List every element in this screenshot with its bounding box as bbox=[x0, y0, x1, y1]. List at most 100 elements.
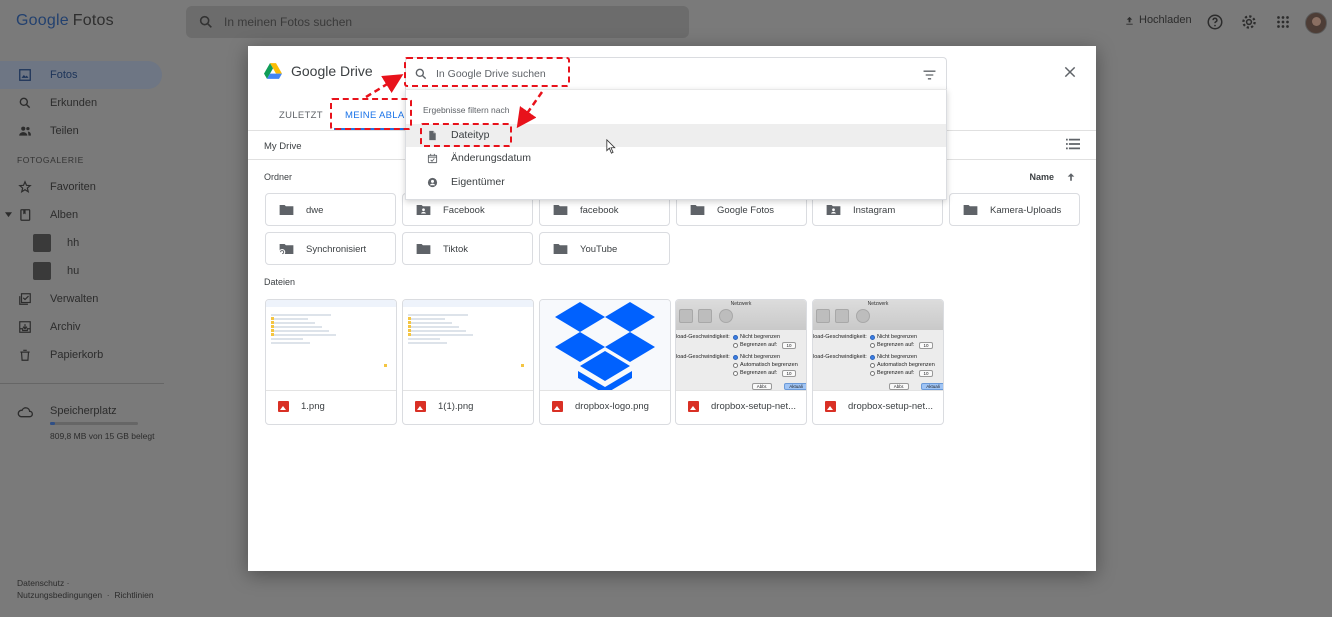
file-caption: dropbox-setup-net... bbox=[688, 401, 804, 412]
sidebar-album-hu[interactable]: hu bbox=[0, 257, 162, 285]
thumb-option: Automatisch begrenzen bbox=[877, 362, 935, 368]
people-icon bbox=[19, 126, 31, 136]
sidebar-album-hh[interactable]: hh bbox=[0, 229, 162, 257]
thumb-label: load-Geschwindigkeit: bbox=[676, 334, 730, 340]
photos-search-bar[interactable]: In meinen Fotos suchen bbox=[186, 6, 689, 38]
account-avatar[interactable] bbox=[1305, 12, 1327, 34]
settings-gear-icon[interactable] bbox=[1240, 13, 1258, 31]
folder-icon bbox=[553, 244, 568, 254]
folder-icon bbox=[963, 205, 978, 215]
sidebar-item-label: Teilen bbox=[50, 125, 79, 137]
folder-name: YouTube bbox=[580, 244, 618, 255]
folder-name: Synchronisiert bbox=[306, 244, 367, 255]
mouse-cursor-icon bbox=[606, 139, 616, 154]
sidebar-item-verwalten[interactable]: Verwalten bbox=[0, 285, 162, 313]
thumb-value: 10 bbox=[919, 370, 933, 377]
filter-option-aenderungsdatum[interactable]: Änderungsdatum bbox=[406, 147, 946, 170]
folder-name: Tiktok bbox=[443, 244, 468, 255]
file-name: dropbox-logo.png bbox=[575, 401, 649, 412]
file-item[interactable]: Netzwerk load-Geschwindigkeit: Nicht beg… bbox=[675, 299, 807, 425]
caret-down-icon[interactable] bbox=[5, 212, 12, 218]
dropbox-logo-thumbnail bbox=[540, 300, 670, 390]
close-icon[interactable] bbox=[1062, 64, 1078, 80]
file-item[interactable]: dropbox-logo.png bbox=[539, 299, 671, 425]
guidelines-link[interactable]: Richtlinien bbox=[114, 590, 153, 600]
tab-zuletzt[interactable]: ZULETZT bbox=[279, 110, 323, 121]
list-view-icon[interactable] bbox=[1066, 138, 1080, 150]
upload-button[interactable]: Hochladen bbox=[1124, 14, 1192, 26]
image-file-icon bbox=[278, 401, 289, 412]
file-item[interactable]: Netzwerk load-Geschwindigkeit: Nicht beg… bbox=[812, 299, 944, 425]
thumb-label: load-Geschwindigkeit: bbox=[676, 354, 730, 360]
sidebar-item-teilen[interactable]: Teilen bbox=[0, 117, 162, 145]
files-section-label: Dateien bbox=[264, 277, 296, 287]
thumb-value: 10 bbox=[782, 342, 796, 349]
thumb-button: Abbr. bbox=[889, 383, 909, 390]
sort-label: Name bbox=[1029, 172, 1054, 182]
folder-item[interactable]: Tiktok bbox=[402, 232, 533, 265]
sidebar-divider bbox=[0, 383, 164, 384]
sidebar-item-fotos[interactable]: Fotos bbox=[0, 61, 162, 89]
google-photos-logo[interactable]: Google Fotos bbox=[16, 12, 114, 30]
sidebar-item-label: hh bbox=[67, 237, 80, 249]
network-settings-thumbnail: Netzwerk load-Geschwindigkeit: Nicht beg… bbox=[676, 300, 806, 390]
account-icon bbox=[427, 177, 438, 188]
sidebar-item-label: Alben bbox=[50, 209, 79, 221]
thumb-option: Begrenzen auf: bbox=[877, 342, 915, 348]
file-item[interactable]: 1.png bbox=[265, 299, 397, 425]
thumb-option: Nicht begrenzen bbox=[740, 354, 781, 360]
thumb-option: Begrenzen auf: bbox=[877, 370, 915, 376]
trash-icon bbox=[20, 349, 30, 361]
thumb-option: Nicht begrenzen bbox=[877, 334, 918, 340]
file-item[interactable]: 1(1).png bbox=[402, 299, 534, 425]
folder-item[interactable]: Kamera-Uploads bbox=[949, 193, 1080, 226]
apps-grid-icon[interactable] bbox=[1274, 13, 1292, 31]
dialog-title: Google Drive bbox=[264, 63, 373, 79]
cloud-icon bbox=[17, 407, 33, 418]
terms-link[interactable]: Nutzungsbedingungen bbox=[17, 590, 102, 600]
file-thumbnail: Netzwerk load-Geschwindigkeit: Nicht beg… bbox=[813, 300, 943, 391]
storage-progress-bar bbox=[50, 422, 138, 425]
thumb-option: Nicht begrenzen bbox=[877, 354, 918, 360]
sidebar-item-label: hu bbox=[67, 265, 80, 277]
top-bar: Google Fotos In meinen Fotos suchen Hochl… bbox=[0, 0, 1332, 44]
thumb-value: 10 bbox=[919, 342, 933, 349]
star-icon bbox=[18, 180, 32, 194]
search-icon bbox=[199, 15, 212, 28]
file-caption: 1.png bbox=[278, 401, 394, 412]
folder-item[interactable]: dwe bbox=[265, 193, 396, 226]
sidebar-item-archiv[interactable]: Archiv bbox=[0, 313, 162, 341]
storage-label[interactable]: Speicherplatz bbox=[50, 405, 117, 417]
folder-item[interactable]: Synchronisiert bbox=[265, 232, 396, 265]
thumb-value: 10 bbox=[782, 370, 796, 377]
thumb-option: Automatisch begrenzen bbox=[740, 362, 798, 368]
breadcrumb[interactable]: My Drive bbox=[264, 141, 301, 152]
sidebar-item-favoriten[interactable]: Favoriten bbox=[0, 173, 162, 201]
sidebar-item-papierkorb[interactable]: Papierkorb bbox=[0, 341, 162, 369]
folder-name: facebook bbox=[580, 205, 619, 216]
file-caption: dropbox-setup-net... bbox=[825, 401, 941, 412]
screenshot-thumbnail bbox=[403, 300, 533, 390]
folder-icon bbox=[690, 205, 705, 215]
sidebar-item-alben[interactable]: Alben bbox=[0, 201, 162, 229]
thumb-option: Nicht begrenzen bbox=[740, 334, 781, 340]
filter-options-icon[interactable] bbox=[923, 70, 936, 80]
sidebar-item-erkunden[interactable]: Erkunden bbox=[0, 89, 162, 117]
folder-name: Instagram bbox=[853, 205, 896, 216]
screenshot-thumbnail bbox=[266, 300, 396, 390]
privacy-link[interactable]: Datenschutz bbox=[17, 578, 64, 588]
filter-option-eigentuemer[interactable]: Eigentümer bbox=[406, 171, 946, 194]
help-icon[interactable] bbox=[1206, 13, 1224, 31]
checkbox-stack-icon bbox=[19, 293, 31, 305]
storage-usage-text: 809,8 MB von 15 GB belegt bbox=[50, 431, 155, 441]
annotation-tab-highlight bbox=[330, 98, 412, 130]
filter-option-label: Änderungsdatum bbox=[451, 152, 531, 164]
folder-item[interactable]: YouTube bbox=[539, 232, 670, 265]
folder-name: dwe bbox=[306, 205, 324, 216]
file-thumbnail bbox=[266, 300, 396, 391]
google-drive-logo-icon bbox=[264, 63, 282, 79]
sort-control[interactable]: Name bbox=[1029, 172, 1076, 182]
filter-option-label: Eigentümer bbox=[451, 176, 505, 188]
folder-icon bbox=[553, 205, 568, 215]
photos-search-placeholder: In meinen Fotos suchen bbox=[224, 15, 353, 29]
